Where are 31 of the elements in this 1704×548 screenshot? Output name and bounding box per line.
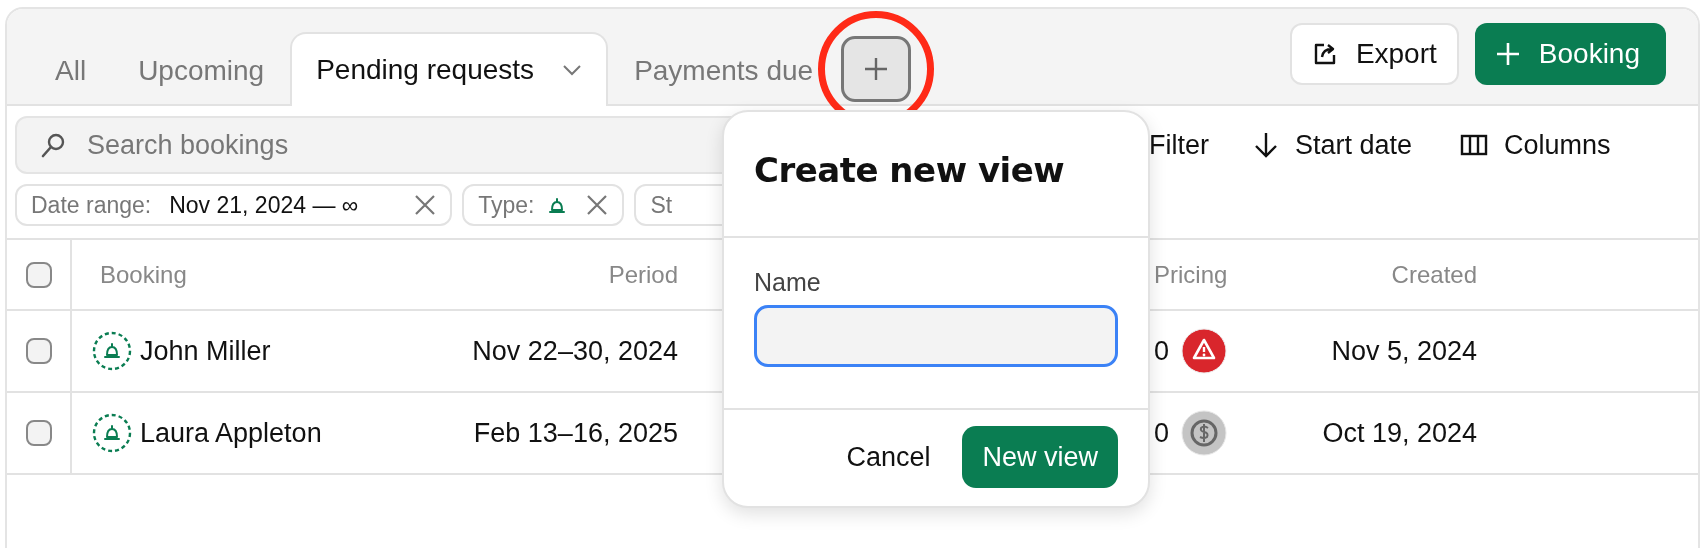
column-header: Booking [100,260,187,289]
chip-label: Type: [478,191,535,219]
sort-button[interactable]: Start date [1253,129,1413,161]
popover-title: Create new view [724,112,1148,238]
chip-label: Date range: [31,191,152,219]
chip-label: St [650,191,673,219]
table-cell: John Miller [140,335,271,367]
view-tab[interactable]: Pending requests [290,32,609,106]
table-cell: 0 [1154,335,1170,367]
column-header: Period [608,260,678,289]
table-cell: 0 [1154,417,1170,449]
columns-button[interactable]: Columns [1460,129,1611,161]
view-tab[interactable]: Upcoming [112,34,291,106]
column-header: Created [1391,260,1477,289]
filter-chip[interactable]: Type: [462,184,625,226]
export-button[interactable]: Export [1289,22,1459,85]
view-tab[interactable]: Payments due [608,34,816,106]
filter-chip[interactable]: Date range: Nov 21, 2024 — ∞ [15,184,453,226]
new-view-button[interactable]: New view [962,426,1118,488]
table-cell: Feb 13–16, 2025 [473,417,678,449]
field-label: Name [754,268,822,297]
new-booking-button[interactable]: Booking [1474,22,1666,85]
table-cell: Oct 19, 2024 [1322,417,1477,449]
table-cell: Laura Appleton [140,417,322,449]
table-cell: Nov 22–30, 2024 [472,335,678,367]
column-header: Pricing [1154,260,1228,289]
cancel-button[interactable]: Cancel [846,426,931,488]
table-cell: Nov 5, 2024 [1331,335,1477,367]
filter-button[interactable]: Filter [1149,129,1209,161]
chip-value: Nov 21, 2024 — ∞ [169,191,359,219]
view-tab[interactable]: All [29,34,113,106]
